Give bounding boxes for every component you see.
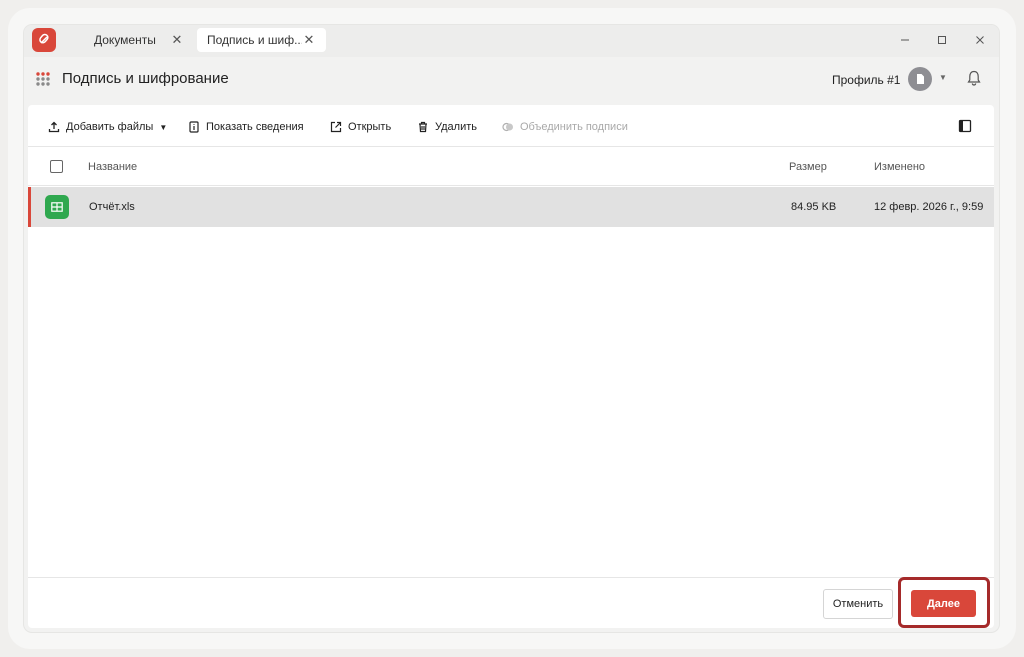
next-button[interactable]: Далее (911, 590, 976, 617)
page-title: Подпись и шифрование (62, 70, 229, 87)
file-modified: 12 февр. 2026 г., 9:59 (874, 201, 984, 213)
app-window: Документы ✕ Подпись и шиф... ✕ Подпись и… (24, 25, 999, 632)
app-logo-icon (32, 28, 56, 52)
close-icon[interactable]: ✕ (302, 32, 316, 48)
upload-icon (48, 121, 60, 133)
tab-label: Подпись и шиф... (207, 33, 302, 47)
cancel-button[interactable]: Отменить (823, 589, 893, 619)
files-panel: Добавить файлы ▼ Показать сведения Откры… (28, 105, 994, 628)
bell-icon[interactable] (965, 69, 983, 87)
maximize-icon[interactable] (932, 30, 952, 50)
close-icon[interactable]: ✕ (170, 32, 184, 48)
footer-bar: Отменить Далее (28, 577, 994, 628)
toolbar: Добавить файлы ▼ Показать сведения Откры… (28, 105, 994, 147)
column-size[interactable]: Размер (789, 161, 827, 173)
app-header: Подпись и шифрование Профиль #1 ▼ (24, 57, 999, 103)
open-button[interactable]: Открыть (330, 118, 391, 136)
column-modified[interactable]: Изменено (874, 161, 925, 173)
column-name[interactable]: Название (88, 161, 137, 173)
avatar-icon[interactable] (908, 67, 932, 91)
tab-documents[interactable]: Документы ✕ (84, 28, 194, 52)
show-info-label: Показать сведения (206, 121, 304, 133)
caret-down-icon: ▼ (159, 122, 168, 132)
side-panel-icon[interactable] (958, 119, 972, 133)
profile-name[interactable]: Профиль #1 (832, 73, 900, 87)
select-all-checkbox[interactable] (50, 160, 63, 173)
chevron-down-icon[interactable]: ▼ (939, 73, 947, 82)
add-files-button[interactable]: Добавить файлы ▼ (48, 118, 167, 136)
tab-sign-encrypt[interactable]: Подпись и шиф... ✕ (197, 28, 326, 52)
merge-signatures-label: Объединить подписи (520, 121, 628, 133)
show-info-button[interactable]: Показать сведения (188, 118, 304, 136)
table-header: Название Размер Изменено (28, 148, 994, 186)
tab-label: Документы (94, 33, 156, 47)
delete-label: Удалить (435, 121, 477, 133)
merge-icon (502, 122, 513, 132)
table-row[interactable]: Отчёт.xls 84.95 KB 12 февр. 2026 г., 9:5… (28, 187, 994, 227)
merge-signatures-button[interactable]: Объединить подписи (502, 118, 628, 136)
spreadsheet-icon (45, 195, 69, 219)
minimize-icon[interactable] (895, 30, 915, 50)
close-window-icon[interactable] (970, 30, 990, 50)
apps-grid-icon[interactable] (35, 71, 51, 87)
file-name: Отчёт.xls (89, 201, 135, 213)
add-files-label: Добавить файлы (66, 121, 154, 133)
title-bar: Документы ✕ Подпись и шиф... ✕ (24, 25, 999, 57)
info-icon (189, 121, 199, 133)
open-label: Открыть (348, 121, 392, 133)
delete-button[interactable]: Удалить (417, 118, 477, 136)
trash-icon (419, 121, 427, 133)
file-size: 84.95 KB (791, 201, 837, 213)
external-link-icon (330, 121, 342, 133)
